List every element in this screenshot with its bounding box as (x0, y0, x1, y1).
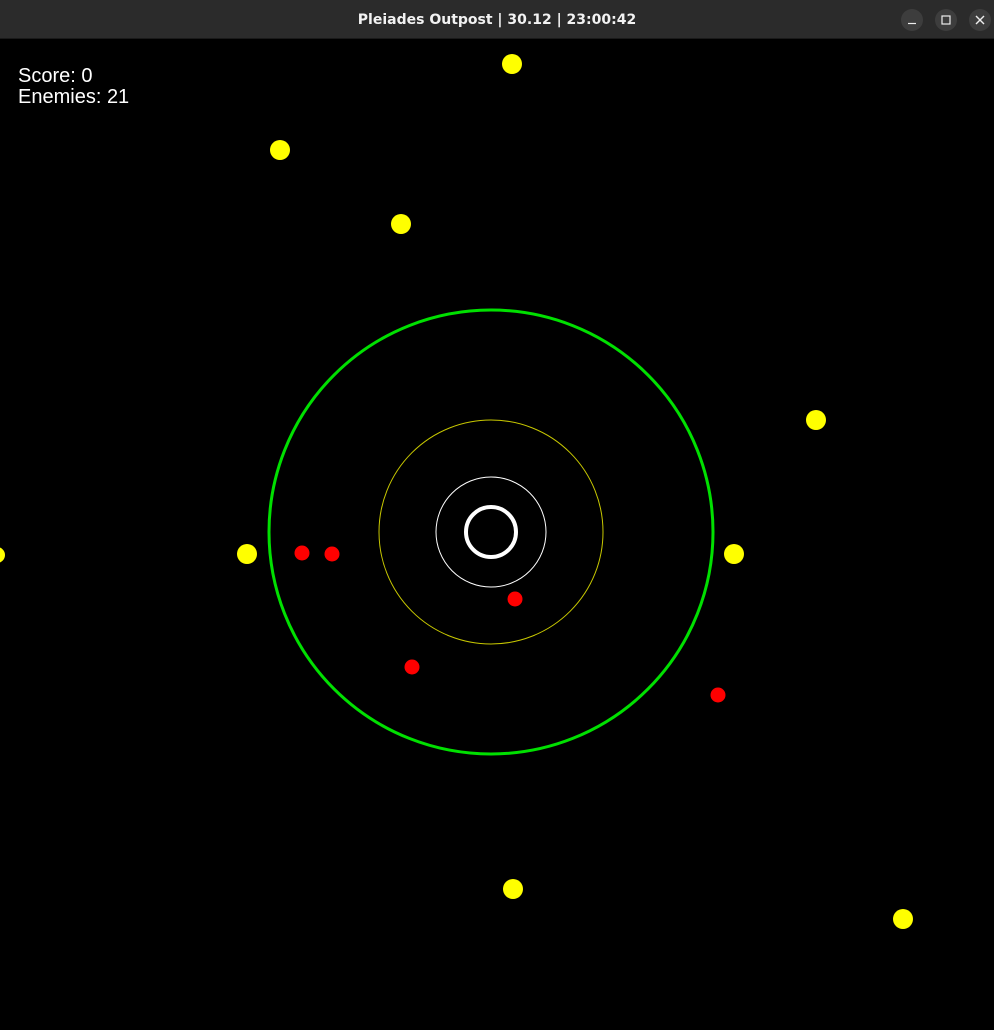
score-value: 0 (81, 65, 93, 87)
inner-white-ring (435, 476, 547, 588)
enemies-value: 21 (106, 86, 130, 108)
score-label: Score: (18, 65, 76, 87)
hud: Score: 0 Enemies: 21 (18, 66, 129, 108)
friendly-unit (237, 544, 257, 564)
friendly-unit (391, 214, 411, 234)
enemy (294, 545, 310, 561)
friendly-unit (0, 547, 5, 563)
enemy (324, 546, 340, 562)
enemy (507, 591, 523, 607)
friendly-unit (806, 410, 826, 430)
friendly-unit (270, 140, 290, 160)
inner-yellow-ring (378, 419, 604, 645)
enemy (710, 687, 726, 703)
enemies-line: Enemies: 21 (18, 87, 129, 108)
enemy (404, 659, 420, 675)
game-scene (0, 54, 913, 929)
friendly-unit (724, 544, 744, 564)
defense-ring (267, 308, 715, 756)
game-window: Pleiades Outpost | 30.12 | 23:00:42 Scor… (0, 0, 994, 1030)
outpost-core (464, 505, 518, 559)
friendly-unit (502, 54, 522, 74)
friendly-unit (503, 879, 523, 899)
score-line: Score: 0 (18, 66, 129, 87)
enemies-label: Enemies: (18, 86, 102, 108)
friendly-unit (893, 909, 913, 929)
